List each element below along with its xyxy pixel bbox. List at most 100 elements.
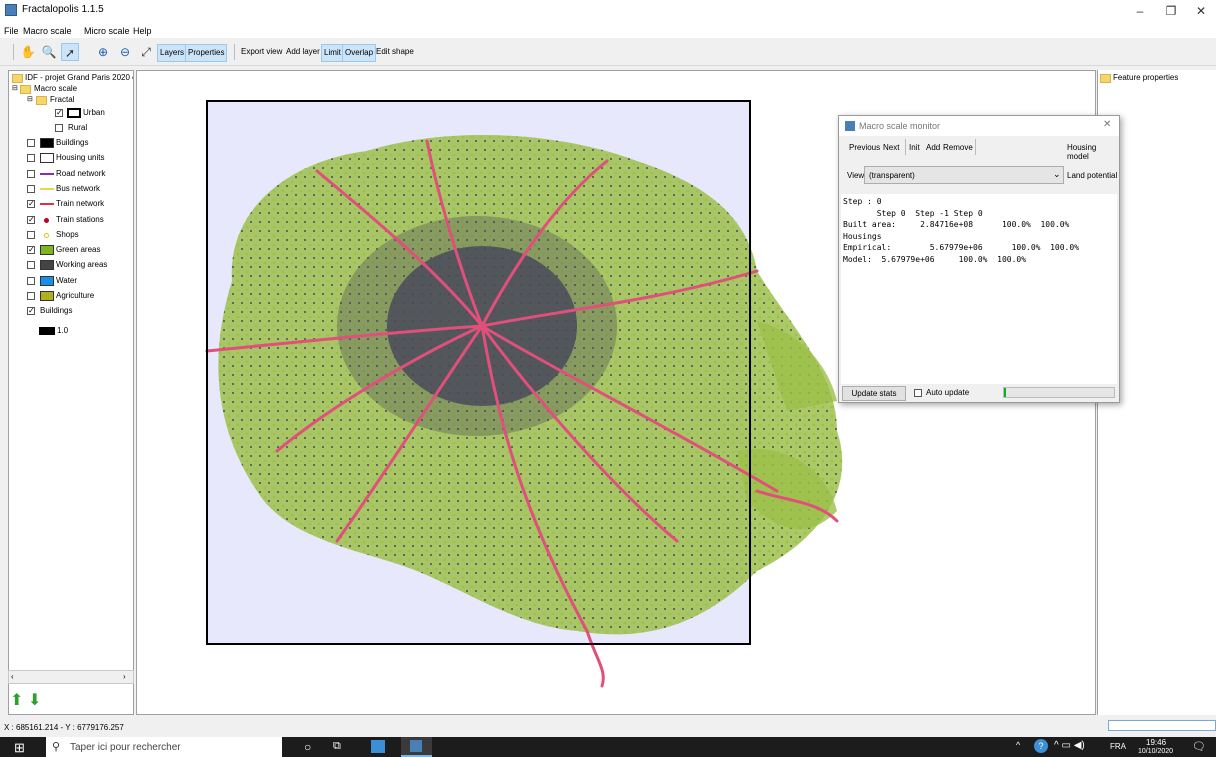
cortana-icon[interactable]: ○ (304, 740, 311, 754)
layer-checkbox[interactable] (27, 139, 35, 147)
layer-label[interactable]: Road network (56, 169, 105, 178)
layer-checkbox[interactable] (27, 154, 35, 163)
layer-checkbox[interactable] (27, 261, 35, 270)
layer-label[interactable]: Shops (56, 230, 79, 239)
scroll-left-icon[interactable]: ‹ (11, 672, 14, 681)
layer-checkbox[interactable] (27, 276, 35, 285)
show-hidden-icons[interactable]: ^ (1016, 740, 1020, 750)
init-button[interactable]: Init (909, 143, 920, 152)
app-icon (845, 121, 855, 131)
zoom-extent-icon[interactable]: ⤢ (137, 43, 155, 61)
overlap-button[interactable]: Overlap (342, 44, 377, 62)
properties-button[interactable]: Properties (185, 44, 228, 62)
remove-button[interactable]: Remove (943, 143, 973, 152)
layer-checkbox[interactable]: ✓ (27, 200, 35, 209)
menu-bar (0, 24, 1216, 38)
photos-app-icon[interactable] (371, 740, 385, 753)
select-arrow-icon[interactable]: ➚ (61, 43, 79, 61)
status-bar (0, 718, 1216, 734)
layer-checkbox[interactable] (27, 184, 35, 193)
tree-fractal[interactable]: Fractal (50, 95, 74, 104)
layer-label[interactable]: Housing units (56, 153, 104, 162)
legend-value: 1.0 (57, 326, 69, 335)
expand-icon[interactable]: ⊟ (27, 95, 33, 103)
clock-time[interactable]: 19:46 (1146, 738, 1166, 747)
view-select[interactable]: (transparent) ⌄ (864, 166, 1064, 184)
arrow-up-icon[interactable]: ⬆ (10, 690, 23, 710)
stats-text-area[interactable]: Step : 0 Step 0 Step -1 Step 0 Built are… (841, 194, 1117, 384)
view-label: View (847, 171, 865, 180)
toolbar-grip (13, 44, 14, 60)
rural-checkbox[interactable] (55, 124, 63, 132)
notifications-icon[interactable]: 🗨 (1192, 740, 1206, 753)
folder-icon (1100, 74, 1111, 83)
layer-label[interactable]: Working areas (56, 260, 107, 269)
tree-rural[interactable]: Rural (68, 123, 87, 132)
scroll-right-icon[interactable]: › (123, 672, 126, 681)
tree-urban[interactable]: Urban (83, 108, 105, 117)
land-potential-label[interactable]: Land potential (1067, 171, 1117, 180)
folder-icon (12, 74, 23, 83)
layer-swatch (40, 187, 54, 190)
layer-swatch (40, 275, 54, 286)
restore-button[interactable]: ❐ (1156, 4, 1186, 18)
layer-checkbox[interactable] (27, 230, 35, 239)
zoom-out-icon[interactable]: ⊖ (116, 43, 134, 61)
layer-label[interactable]: Train network (56, 199, 104, 208)
search-icon: ⚲ (52, 741, 61, 753)
urban-checkbox[interactable]: ✓ (55, 109, 63, 117)
menu-macro-scale[interactable]: Macro scale (23, 26, 72, 36)
zoom-icon[interactable]: 🔍 (40, 43, 58, 61)
help-icon[interactable]: ? (1034, 739, 1048, 753)
layer-checkbox[interactable] (27, 292, 35, 300)
horizontal-scrollbar[interactable]: ‹ › (8, 670, 134, 684)
layer-label[interactable]: Bus network (56, 184, 100, 193)
clock-date[interactable]: 10/10/2020 (1138, 748, 1173, 755)
layer-swatch (40, 138, 54, 148)
arrow-down-icon[interactable]: ⬇ (28, 690, 41, 710)
task-view-icon[interactable]: ⧉ (333, 740, 341, 753)
housing-model-label[interactable]: Housing model (1067, 143, 1119, 161)
add-button[interactable]: Add (926, 143, 940, 152)
layers-button[interactable]: Layers (157, 44, 188, 62)
taskbar-search-box[interactable]: ⚲ Taper ici pour rechercher (46, 737, 282, 757)
layer-checkbox[interactable]: ✓ (27, 215, 35, 224)
dialog-close-button[interactable]: ✕ (1103, 119, 1111, 130)
separator (975, 139, 976, 155)
zoom-in-icon[interactable]: ⊕ (94, 43, 112, 61)
edit-shape-button[interactable]: Edit shape (374, 44, 416, 60)
layer-label[interactable]: Buildings (40, 306, 72, 315)
layer-checkbox[interactable]: ✓ (27, 307, 35, 316)
menu-file[interactable]: File (4, 26, 19, 36)
language-indicator[interactable]: FRA (1110, 742, 1126, 751)
pan-hand-icon[interactable]: ✋ (19, 43, 37, 61)
windows-start-icon[interactable]: ⊞ (14, 740, 25, 756)
expand-icon[interactable]: ⊟ (12, 84, 18, 92)
close-button[interactable]: ✕ (1186, 4, 1216, 18)
layer-checkbox[interactable] (27, 169, 35, 178)
app-icon (410, 740, 422, 752)
status-progress-bar (1108, 720, 1216, 731)
menu-help[interactable]: Help (133, 26, 152, 36)
tree-project[interactable]: IDF - projet Grand Paris 2020 ç (25, 73, 133, 82)
export-view-button[interactable]: Export view (239, 44, 284, 60)
menu-micro-scale[interactable]: Micro scale (84, 26, 130, 36)
layer-label[interactable]: Agriculture (56, 291, 94, 300)
layer-label[interactable]: Green areas (56, 245, 100, 254)
layer-swatch (40, 245, 54, 256)
layer-label[interactable]: Train stations (56, 215, 104, 224)
tree-macro-scale[interactable]: Macro scale (34, 84, 77, 93)
auto-update-checkbox[interactable] (914, 389, 922, 397)
update-stats-button[interactable]: Update stats (842, 386, 906, 401)
layer-label[interactable]: Buildings (56, 138, 88, 147)
add-layer-button[interactable]: Add layer (284, 44, 322, 60)
layer-checkbox[interactable]: ✓ (27, 246, 35, 255)
limit-button[interactable]: Limit (321, 44, 344, 62)
next-button[interactable]: Next (883, 143, 899, 152)
minimize-button[interactable]: – (1125, 4, 1155, 18)
fractalopolis-taskbar-button[interactable] (401, 737, 432, 757)
layer-label[interactable]: Water (56, 276, 77, 285)
tray-icons[interactable]: ^ ▭ ◀) (1054, 740, 1085, 751)
separator (905, 139, 906, 155)
previous-button[interactable]: Previous (849, 143, 880, 152)
